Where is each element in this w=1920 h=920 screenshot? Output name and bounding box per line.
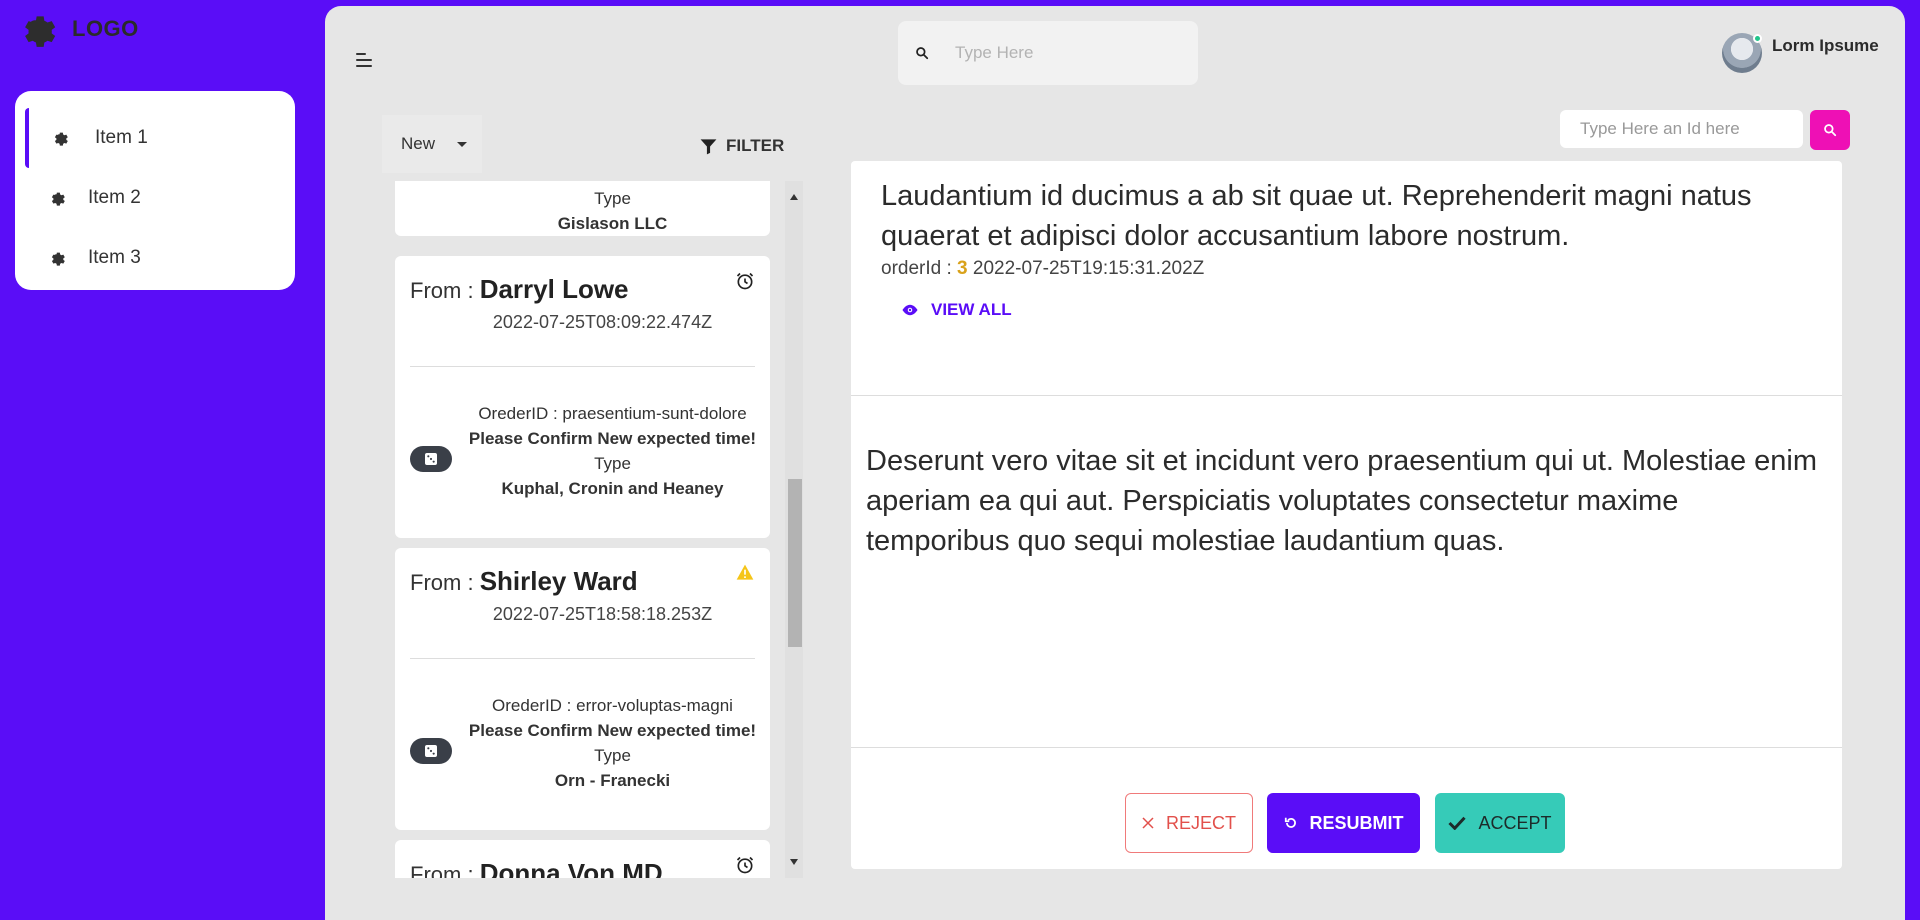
scroll-up-icon[interactable]: [790, 194, 798, 200]
alarm-clock-icon: [736, 856, 754, 874]
accept-button[interactable]: ACCEPT: [1435, 793, 1565, 853]
type-label: Type: [594, 454, 631, 473]
order-id: 3: [957, 258, 968, 279]
card-from: From : Darryl Lowe: [410, 274, 629, 304]
logo-text: LOGO: [72, 16, 139, 41]
warning-icon: [736, 564, 754, 580]
sender-name: Donna Von MD: [479, 858, 663, 878]
card-timestamp: 2022-07-25T18:58:18.253Z: [492, 604, 713, 624]
filter-label: FILTER: [726, 136, 785, 155]
online-status-dot: [1753, 34, 1762, 43]
card-body: OrederID : praesentium-sunt-dolore Pleas…: [465, 401, 760, 501]
sidebar-item-3[interactable]: Item 3: [25, 228, 295, 288]
message-list[interactable]: Type Gislason LLC From : Darryl Lowe 202…: [395, 181, 775, 878]
accept-label: ACCEPT: [1478, 812, 1552, 833]
list-item[interactable]: From : Donna Von MD: [395, 840, 770, 878]
dice-icon: [425, 745, 437, 757]
main-panel: Lorm Ipsume New FILTER Type Gislason LLC…: [325, 6, 1905, 920]
list-scrollbar[interactable]: [785, 181, 803, 878]
eye-icon: [902, 304, 918, 316]
divider: [410, 658, 755, 659]
list-item[interactable]: From : Darryl Lowe 2022-07-25T08:09:22.4…: [395, 256, 770, 538]
search-input[interactable]: [955, 43, 1175, 63]
dice-badge[interactable]: [410, 738, 452, 764]
type-label: Type: [594, 746, 631, 765]
order-info: orderId : 3 2022-07-25T19:15:31.202Z: [881, 258, 1204, 280]
list-item[interactable]: From : Shirley Ward 2022-07-25T18:58:18.…: [395, 548, 770, 830]
undo-icon: [1284, 817, 1296, 828]
sidebar-item-2[interactable]: Item 2: [25, 168, 295, 228]
status-select-value: New: [401, 134, 436, 153]
user-menu[interactable]: Lorm Ipsume: [1722, 33, 1879, 73]
search-icon: [916, 47, 929, 60]
order-label: orderId :: [881, 258, 952, 279]
list-item[interactable]: Type Gislason LLC: [395, 181, 770, 236]
divider: [851, 395, 1842, 396]
divider: [851, 747, 1842, 748]
sender-name: Darryl Lowe: [479, 274, 629, 304]
id-search-input[interactable]: [1580, 119, 1790, 139]
avatar: [1722, 33, 1762, 73]
filter-button[interactable]: FILTER: [699, 136, 784, 156]
scroll-thumb[interactable]: [788, 479, 802, 647]
gear-logo-icon: [25, 16, 56, 47]
divider: [410, 366, 755, 367]
detail-body: Deserunt vero vitae sit et incidunt vero…: [866, 445, 1818, 557]
logo: LOGO: [16, 8, 139, 50]
view-all-button[interactable]: VIEW ALL: [901, 300, 1012, 320]
sidebar-item-label: Item 2: [88, 187, 141, 208]
alarm-clock-icon: [736, 272, 754, 290]
dice-badge[interactable]: [410, 446, 452, 472]
order-id: OrederID : praesentium-sunt-dolore: [478, 404, 747, 423]
check-icon: [1448, 816, 1467, 830]
reject-button[interactable]: REJECT: [1125, 793, 1253, 853]
resubmit-button[interactable]: RESUBMIT: [1267, 793, 1420, 853]
reject-label: REJECT: [1165, 812, 1236, 833]
search-icon: [1824, 124, 1837, 137]
type-value: Kuphal, Cronin and Heaney: [501, 479, 724, 498]
sidebar: Item 1 Item 2 Item 3: [15, 91, 295, 290]
sidebar-item-1[interactable]: Item 1: [25, 108, 295, 168]
sidebar-item-label: Item 3: [88, 247, 141, 268]
card-from: From : Donna Von MD: [410, 858, 663, 878]
close-icon: [1142, 817, 1154, 829]
card-body: Type Gislason LLC: [465, 186, 760, 236]
detail-panel: Laudantium id ducimus a ab sit quae ut. …: [851, 161, 1842, 869]
view-all-label: VIEW ALL: [931, 300, 1012, 319]
status-select[interactable]: New: [382, 115, 482, 173]
type-label: Type: [594, 189, 631, 208]
chevron-down-icon: [457, 141, 468, 147]
type-value: Orn - Franecki: [554, 771, 671, 790]
detail-title: Laudantium id ducimus a ab sit quae ut. …: [881, 180, 1752, 252]
top-search: [898, 21, 1198, 85]
card-timestamp: 2022-07-25T08:09:22.474Z: [492, 312, 713, 332]
dice-icon: [425, 453, 437, 465]
card-message: Please Confirm New expected time!: [468, 721, 757, 740]
resubmit-label: RESUBMIT: [1309, 812, 1404, 833]
id-search: [1560, 110, 1803, 148]
gear-icon: [51, 192, 65, 206]
gear-icon: [51, 252, 65, 266]
filter-icon: [700, 138, 717, 154]
sidebar-item-label: Item 1: [95, 127, 148, 148]
card-body: OrederID : error-voluptas-magni Please C…: [465, 693, 760, 793]
user-name: Lorm Ipsume: [1772, 36, 1879, 55]
card-message: Please Confirm New expected time!: [468, 429, 757, 448]
menu-toggle-icon[interactable]: [356, 53, 372, 71]
card-from: From : Shirley Ward: [410, 566, 638, 596]
type-value: Gislason LLC: [557, 214, 668, 233]
order-timestamp: 2022-07-25T19:15:31.202Z: [972, 258, 1205, 279]
order-id: OrederID : error-voluptas-magni: [492, 696, 733, 715]
scroll-down-icon[interactable]: [790, 859, 798, 865]
sender-name: Shirley Ward: [479, 566, 638, 596]
id-search-button[interactable]: [1810, 110, 1850, 150]
gear-icon: [54, 132, 68, 146]
